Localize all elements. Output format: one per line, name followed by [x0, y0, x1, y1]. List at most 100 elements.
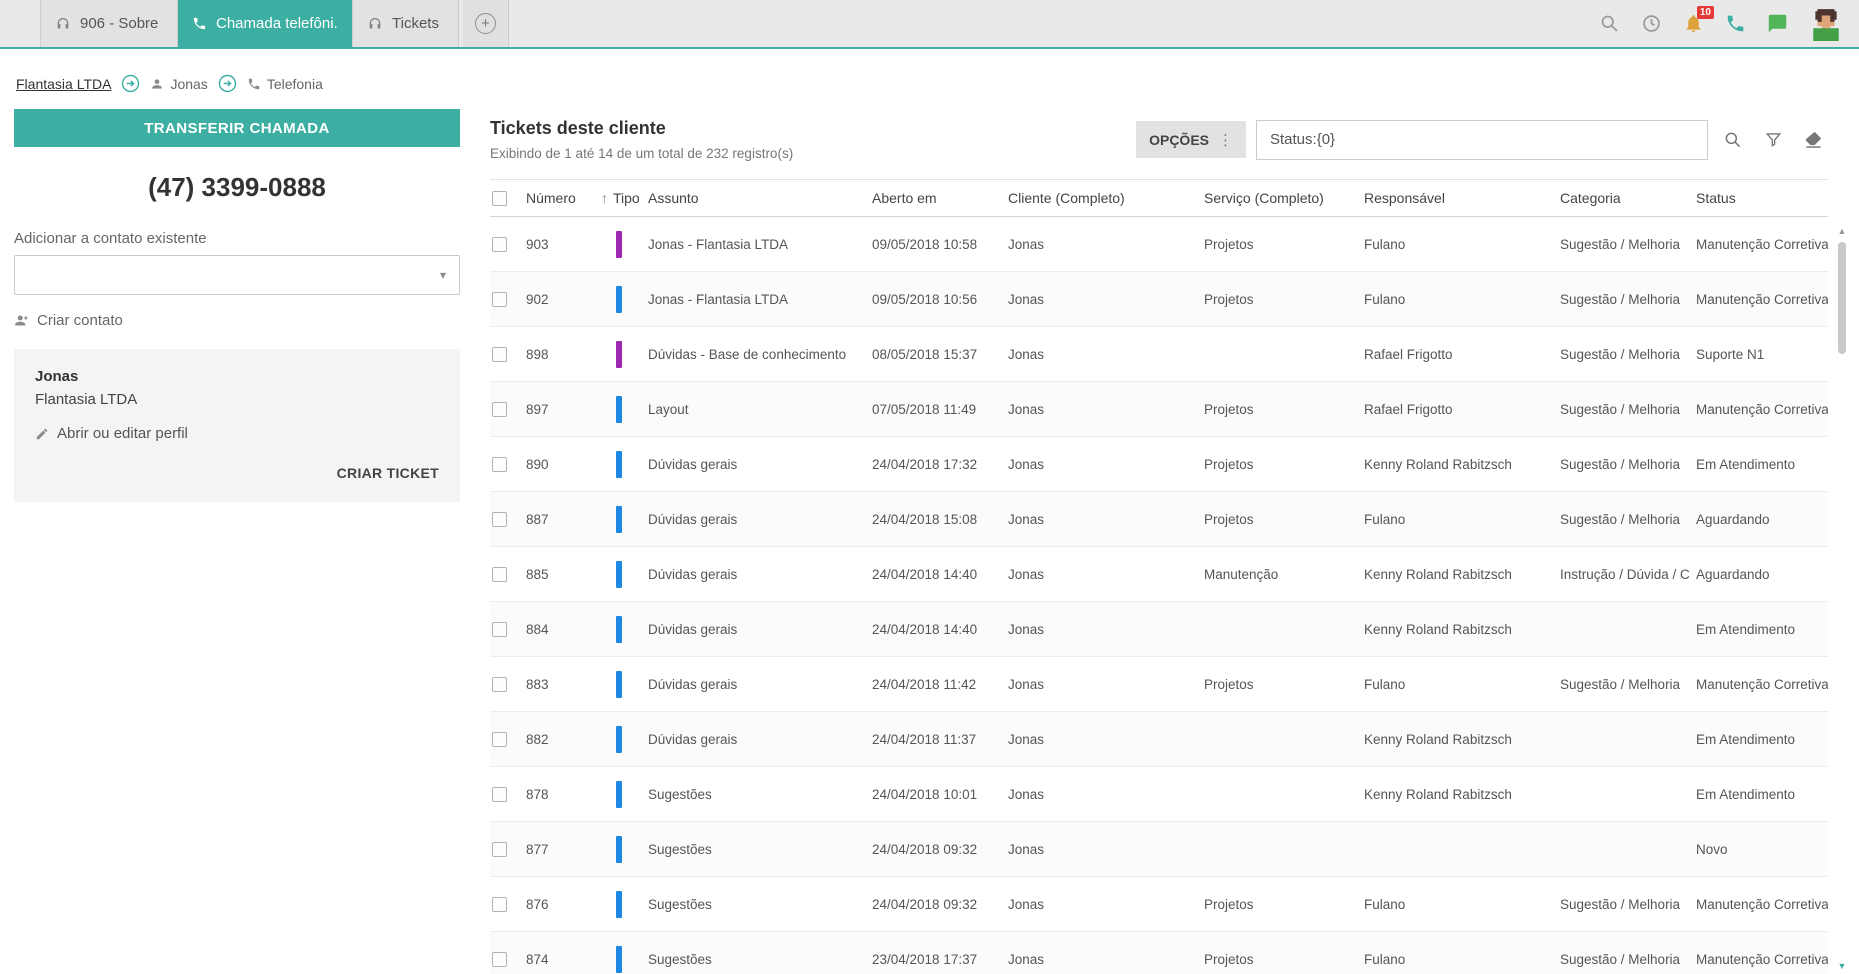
row-checkbox[interactable]: [492, 951, 507, 967]
ticket-subject[interactable]: Dúvidas gerais: [642, 711, 866, 767]
search-icon[interactable]: [1599, 13, 1620, 34]
row-checkbox[interactable]: [492, 841, 507, 857]
tab-phone-call[interactable]: Chamada telefôni...: [178, 0, 353, 47]
options-button[interactable]: OPÇÕES ⋮: [1136, 121, 1246, 158]
notifications-bell-icon[interactable]: 10: [1683, 6, 1714, 34]
row-checkbox[interactable]: [492, 896, 507, 912]
column-header-aberto-em[interactable]: Aberto em: [866, 179, 1002, 217]
ticket-type-cell: [610, 436, 642, 492]
ticket-service: Manutenção: [1198, 546, 1358, 602]
column-header-numero[interactable]: Número: [520, 179, 610, 217]
filter-funnel-icon[interactable]: [1758, 130, 1788, 149]
tab-ticket-906[interactable]: 906 - Sobre ...: [40, 0, 178, 47]
ticket-client: Jonas: [1002, 876, 1198, 932]
row-checkbox[interactable]: [492, 236, 507, 252]
ticket-subject[interactable]: Dúvidas gerais: [642, 491, 866, 547]
user-avatar[interactable]: [1809, 7, 1843, 41]
contact-name: Jonas: [35, 368, 79, 385]
new-tab-button[interactable]: +: [463, 0, 509, 47]
table-row[interactable]: 903 Jonas - Flantasia LTDA 09/05/2018 10:5…: [490, 216, 1828, 272]
scroll-down-icon[interactable]: ▼: [1834, 961, 1850, 971]
table-row[interactable]: 897 Layout 07/05/2018 11:49 Jonas Projetos Ra…: [490, 381, 1828, 437]
telephony-phone-icon[interactable]: [1725, 13, 1746, 34]
ticket-number: 883: [520, 656, 610, 712]
ticket-subject[interactable]: Jonas - Flantasia LTDA: [642, 216, 866, 272]
filter-input[interactable]: [1256, 119, 1708, 160]
ticket-agent: Rafael Frigotto: [1358, 381, 1554, 437]
edit-profile-link[interactable]: Abrir ou editar perfil: [35, 425, 439, 442]
row-checkbox[interactable]: [492, 401, 507, 417]
row-checkbox[interactable]: [492, 456, 507, 472]
search-icon[interactable]: [1718, 130, 1748, 150]
row-checkbox[interactable]: [492, 786, 507, 802]
create-contact-link[interactable]: Criar contato: [14, 312, 460, 329]
table-row[interactable]: 876 Sugestões 24/04/2018 09:32 Jonas Projeto…: [490, 876, 1828, 932]
ticket-number: 897: [520, 381, 610, 437]
ticket-service: Projetos: [1198, 876, 1358, 932]
scrollbar-thumb[interactable]: [1838, 242, 1846, 354]
breadcrumb-company-link[interactable]: Flantasia LTDA: [16, 76, 111, 92]
ticket-subject[interactable]: Layout: [642, 381, 866, 437]
column-header-responsavel[interactable]: Responsável: [1358, 179, 1554, 217]
ticket-subject[interactable]: Dúvidas gerais: [642, 546, 866, 602]
ticket-subject[interactable]: Sugestões: [642, 821, 866, 877]
ticket-subject[interactable]: Jonas - Flantasia LTDA: [642, 271, 866, 327]
ticket-category: [1554, 821, 1690, 877]
row-checkbox[interactable]: [492, 676, 507, 692]
ticket-category: [1554, 601, 1690, 657]
column-header-categoria[interactable]: Categoria: [1554, 179, 1690, 217]
table-row[interactable]: 902 Jonas - Flantasia LTDA 09/05/2018 10:5…: [490, 271, 1828, 327]
ticket-agent: Fulano: [1358, 491, 1554, 547]
row-checkbox[interactable]: [492, 346, 507, 362]
ticket-subject[interactable]: Dúvidas gerais: [642, 656, 866, 712]
column-header-cliente[interactable]: Cliente (Completo): [1002, 179, 1198, 217]
kebab-menu-icon: ⋮: [1218, 131, 1233, 149]
table-row[interactable]: 887 Dúvidas gerais 24/04/2018 15:08 Jonas Pr…: [490, 491, 1828, 547]
row-select-cell: [490, 216, 520, 272]
ticket-type-bar: [616, 505, 622, 533]
ticket-type-bar: [616, 890, 622, 918]
row-checkbox[interactable]: [492, 566, 507, 582]
ticket-subject[interactable]: Dúvidas - Base de conhecimento: [642, 326, 866, 382]
scroll-up-icon[interactable]: ▲: [1834, 226, 1850, 236]
row-select-cell: [490, 436, 520, 492]
row-checkbox[interactable]: [492, 621, 507, 637]
ticket-opened-at: 24/04/2018 09:32: [866, 876, 1002, 932]
tab-tickets[interactable]: Tickets: [353, 0, 459, 47]
column-header-status[interactable]: Status: [1690, 179, 1828, 217]
table-row[interactable]: 874 Sugestões 23/04/2018 17:37 Jonas Projeto…: [490, 931, 1828, 974]
breadcrumb-contact[interactable]: Jonas: [150, 76, 208, 92]
ticket-number: 876: [520, 876, 610, 932]
table-row[interactable]: 885 Dúvidas gerais 24/04/2018 14:40 Jonas Ma…: [490, 546, 1828, 602]
clear-filter-eraser-icon[interactable]: [1798, 130, 1828, 150]
row-checkbox[interactable]: [492, 731, 507, 747]
select-all-checkbox[interactable]: [492, 191, 507, 207]
transfer-call-button[interactable]: TRANSFERIR CHAMADA: [14, 109, 460, 147]
chat-icon[interactable]: [1767, 13, 1788, 34]
table-row[interactable]: 883 Dúvidas gerais 24/04/2018 11:42 Jonas Pr…: [490, 656, 1828, 712]
ticket-service: [1198, 601, 1358, 657]
table-row[interactable]: 898 Dúvidas - Base de conhecimento 08/05/2…: [490, 326, 1828, 382]
column-header-tipo[interactable]: ↑ Tipo: [601, 179, 642, 217]
ticket-subject[interactable]: Sugestões: [642, 931, 866, 974]
vertical-scrollbar[interactable]: ▲ ▼: [1834, 224, 1850, 974]
table-row[interactable]: 882 Dúvidas gerais 24/04/2018 11:37 Jonas Ke…: [490, 711, 1828, 767]
ticket-subject[interactable]: Dúvidas gerais: [642, 436, 866, 492]
column-header-assunto[interactable]: Assunto: [642, 179, 866, 217]
existing-contact-select[interactable]: ▾: [14, 255, 460, 295]
table-row[interactable]: 890 Dúvidas gerais 24/04/2018 17:32 Jonas Pr…: [490, 436, 1828, 492]
row-checkbox[interactable]: [492, 291, 507, 307]
ticket-subject[interactable]: Sugestões: [642, 876, 866, 932]
page-title: Tickets deste cliente: [490, 118, 666, 138]
ticket-subject[interactable]: Dúvidas gerais: [642, 601, 866, 657]
table-row[interactable]: 884 Dúvidas gerais 24/04/2018 14:40 Jonas Ke…: [490, 601, 1828, 657]
ticket-client: Jonas: [1002, 271, 1198, 327]
ticket-opened-at: 24/04/2018 10:01: [866, 766, 1002, 822]
ticket-subject[interactable]: Sugestões: [642, 766, 866, 822]
create-ticket-button[interactable]: CRIAR TICKET: [35, 465, 439, 481]
history-clock-icon[interactable]: [1641, 13, 1662, 34]
table-row[interactable]: 878 Sugestões 24/04/2018 10:01 Jonas Kenny R…: [490, 766, 1828, 822]
table-row[interactable]: 877 Sugestões 24/04/2018 09:32 Jonas Novo: [490, 821, 1828, 877]
row-checkbox[interactable]: [492, 511, 507, 527]
column-header-servico[interactable]: Serviço (Completo): [1198, 179, 1358, 217]
